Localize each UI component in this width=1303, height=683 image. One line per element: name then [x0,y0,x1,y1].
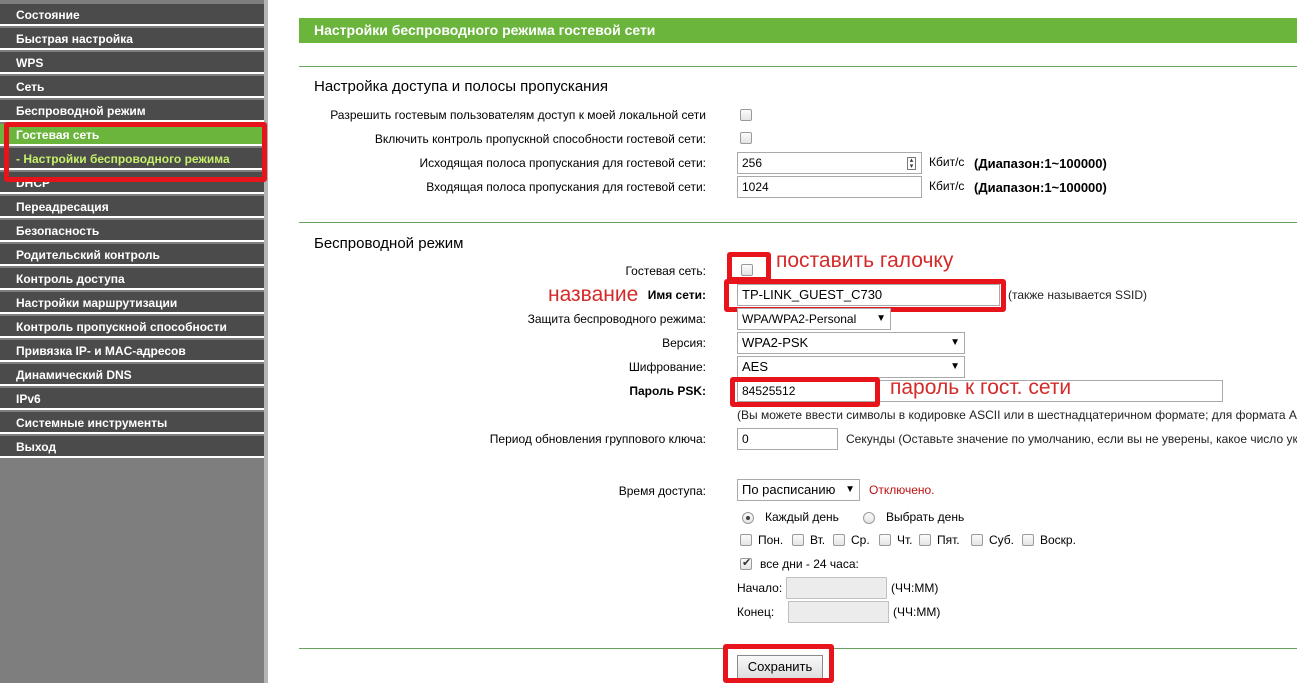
encryption-select[interactable]: AES ▼ [737,356,965,378]
ssid-hint: (также называется SSID) [1008,288,1147,302]
sidebar-divider [264,0,268,683]
rekey-label: Период обновления группового ключа: [489,432,706,446]
choose-day-label: Выбрать день [886,510,965,524]
divider [299,222,1297,223]
annotation-password-note: пароль к гост. сети [890,376,1072,399]
ingress-range: (Диапазон:1~100000) [974,180,1107,195]
day-label-thu: Чт. [897,533,913,547]
end-time-input[interactable] [788,601,889,623]
security-select[interactable]: WPA/WPA2-Personal ▼ [737,308,891,330]
day-label-sun: Воскр. [1040,533,1076,547]
page-title: Настройки беспроводного режима гостевой … [299,18,1297,43]
sidebar-item-parental-control[interactable]: Родительский контроль [0,244,264,266]
egress-unit: Кбит/с [929,155,965,169]
dropdown-arrow-icon: ▼ [950,337,960,348]
divider [299,66,1297,67]
sidebar-item-routing[interactable]: Настройки маршрутизации [0,292,264,314]
highlight-save [723,644,834,683]
highlight-guest-checkbox [727,252,771,282]
rekey-input[interactable]: 0 [737,428,838,450]
day-checkbox-sat[interactable] [971,534,983,546]
security-value: WPA/WPA2-Personal [742,312,857,326]
day-checkbox-sun[interactable] [1022,534,1034,546]
day-label-fri: Пят. [937,533,960,547]
every-day-radio[interactable] [742,512,754,524]
egress-value: 256 [742,156,763,170]
sidebar-item-logout[interactable]: Выход [0,436,264,458]
sidebar-item-wps[interactable]: WPS [0,52,264,74]
sidebar-item-wireless[interactable]: Беспроводной режим [0,100,264,122]
guest-network-label: Гостевая сеть: [625,264,706,278]
day-checkbox-wed[interactable] [833,534,845,546]
day-label-sat: Суб. [989,533,1015,547]
all-day-label: все дни - 24 часа: [760,557,859,571]
annotation-checkbox-note: поставить галочку [776,249,954,272]
sidebar-item-ddns[interactable]: Динамический DNS [0,364,264,386]
annotation-name-note: название [548,283,639,306]
ingress-label: Входящая полоса пропускания для гостевой… [426,180,706,194]
encryption-value: AES [742,359,769,374]
rekey-hint: Секунды (Оставьте значение по умолчанию,… [846,432,1297,446]
access-time-status: Отключено. [869,483,935,497]
spinner-icon[interactable]: ▴ ▾ [907,157,916,170]
sidebar-item-network[interactable]: Сеть [0,76,264,98]
end-time-format: (ЧЧ:ММ) [893,605,941,619]
day-checkbox-thu[interactable] [879,534,891,546]
every-day-label: Каждый день [765,510,839,524]
wireless-section-title: Беспроводной режим [314,235,464,252]
psk-label: Пароль PSK: [629,384,706,398]
sidebar-item-system-tools[interactable]: Системные инструменты [0,412,264,434]
day-label-wed: Ср. [851,533,870,547]
allow-local-label: Разрешить гостевым пользователям доступ … [330,108,706,122]
access-time-label: Время доступа: [618,484,706,498]
dropdown-arrow-icon: ▼ [950,361,960,372]
dropdown-arrow-icon: ▼ [876,313,886,324]
sidebar-item-ip-mac-binding[interactable]: Привязка IP- и MAC-адресов [0,340,264,362]
bandwidth-section-title: Настройка доступа и полосы пропускания [314,78,608,95]
allow-local-checkbox[interactable] [740,109,752,121]
bw-control-label: Включить контроль пропускной способности… [374,132,706,146]
access-time-value: По расписанию [742,482,836,497]
day-checkbox-mon[interactable] [740,534,752,546]
choose-day-radio[interactable] [863,512,875,524]
sidebar-item-access-control[interactable]: Контроль доступа [0,268,264,290]
end-label: Конец: [737,605,775,619]
day-checkbox-tue[interactable] [792,534,804,546]
version-label: Версия: [662,336,706,350]
egress-range: (Диапазон:1~100000) [974,156,1107,171]
ingress-unit: Кбит/с [929,179,965,193]
start-time-input[interactable] [786,577,887,599]
sidebar-item-bandwidth-control[interactable]: Контроль пропускной способности [0,316,264,338]
sidebar-item-status[interactable]: Состояние [0,4,264,26]
sidebar-item-ipv6[interactable]: IPv6 [0,388,264,410]
highlight-psk [730,377,880,407]
highlight-guest-menu [4,122,267,182]
bw-control-checkbox[interactable] [740,132,752,144]
psk-hint: (Вы можете ввести символы в кодировке AS… [737,408,1297,422]
egress-label: Исходящая полоса пропускания для гостево… [419,156,706,170]
access-time-select[interactable]: По расписанию ▼ [737,479,860,501]
all-day-checkbox[interactable] [740,556,752,570]
sidebar-item-forwarding[interactable]: Переадресация [0,196,264,218]
dropdown-arrow-icon: ▼ [845,484,855,495]
day-label-tue: Вт. [810,533,826,547]
version-select[interactable]: WPA2-PSK ▼ [737,332,965,354]
start-label: Начало: [737,581,783,595]
security-label: Защита беспроводного режима: [527,312,706,326]
egress-input[interactable]: 256 ▴ ▾ [737,152,922,174]
day-checkbox-fri[interactable] [919,534,931,546]
sidebar-item-security[interactable]: Безопасность [0,220,264,242]
encryption-label: Шифрование: [628,360,706,374]
sidebar-item-quick-setup[interactable]: Быстрая настройка [0,28,264,50]
ssid-label: Имя сети: [647,288,706,302]
start-time-format: (ЧЧ:ММ) [891,581,939,595]
ingress-input[interactable]: 1024 [737,176,922,198]
day-label-mon: Пон. [758,533,784,547]
sidebar: Состояние Быстрая настройка WPS Сеть Бес… [0,0,268,683]
version-value: WPA2-PSK [742,335,809,350]
